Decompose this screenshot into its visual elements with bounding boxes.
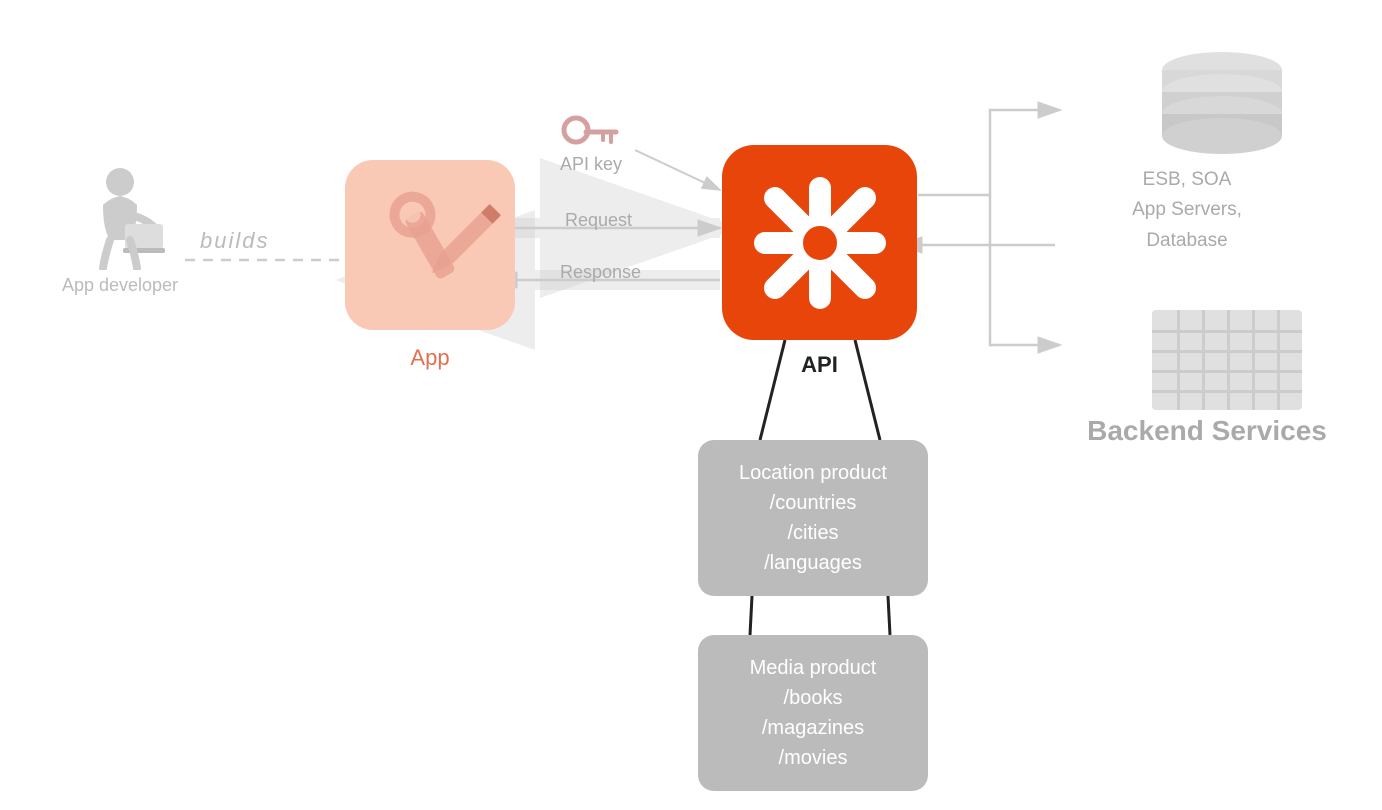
location-product-languages: /languages — [718, 548, 908, 578]
database-icon-section — [1142, 45, 1302, 180]
location-product-title: Location product — [718, 458, 908, 488]
api-logo-icon — [750, 173, 890, 313]
media-product-magazines: /magazines — [718, 713, 908, 743]
app-developer-section: App developer — [40, 160, 200, 296]
backend-services-label: Backend Services — [1082, 415, 1332, 447]
backend-services-top-text: ESB, SOAApp Servers,Database — [1067, 165, 1307, 256]
api-key-label: API key — [560, 154, 622, 175]
api-key-section: API key — [560, 110, 622, 175]
app-icon — [345, 160, 515, 330]
media-product-title: Media product — [718, 653, 908, 683]
diagram-container: App developer builds App — [0, 0, 1382, 810]
app-box — [345, 160, 515, 330]
request-label: Request — [565, 210, 632, 231]
media-product-movies: /movies — [718, 743, 908, 773]
response-label: Response — [560, 262, 641, 283]
api-label: API — [722, 352, 917, 378]
location-product-cities: /cities — [718, 518, 908, 548]
developer-icon — [65, 160, 175, 270]
media-product-books: /books — [718, 683, 908, 713]
location-product-countries: /countries — [718, 488, 908, 518]
database-icon — [1142, 45, 1302, 175]
server-icon-section — [1142, 300, 1312, 425]
developer-label: App developer — [40, 275, 200, 296]
api-box — [722, 145, 917, 340]
app-label: App — [345, 345, 515, 371]
media-product-box: Media product /books /magazines /movies — [698, 635, 928, 791]
server-icon — [1142, 300, 1312, 420]
location-product-box: Location product /countries /cities /lan… — [698, 440, 928, 596]
builds-label: builds — [200, 228, 269, 254]
key-icon — [561, 110, 621, 150]
